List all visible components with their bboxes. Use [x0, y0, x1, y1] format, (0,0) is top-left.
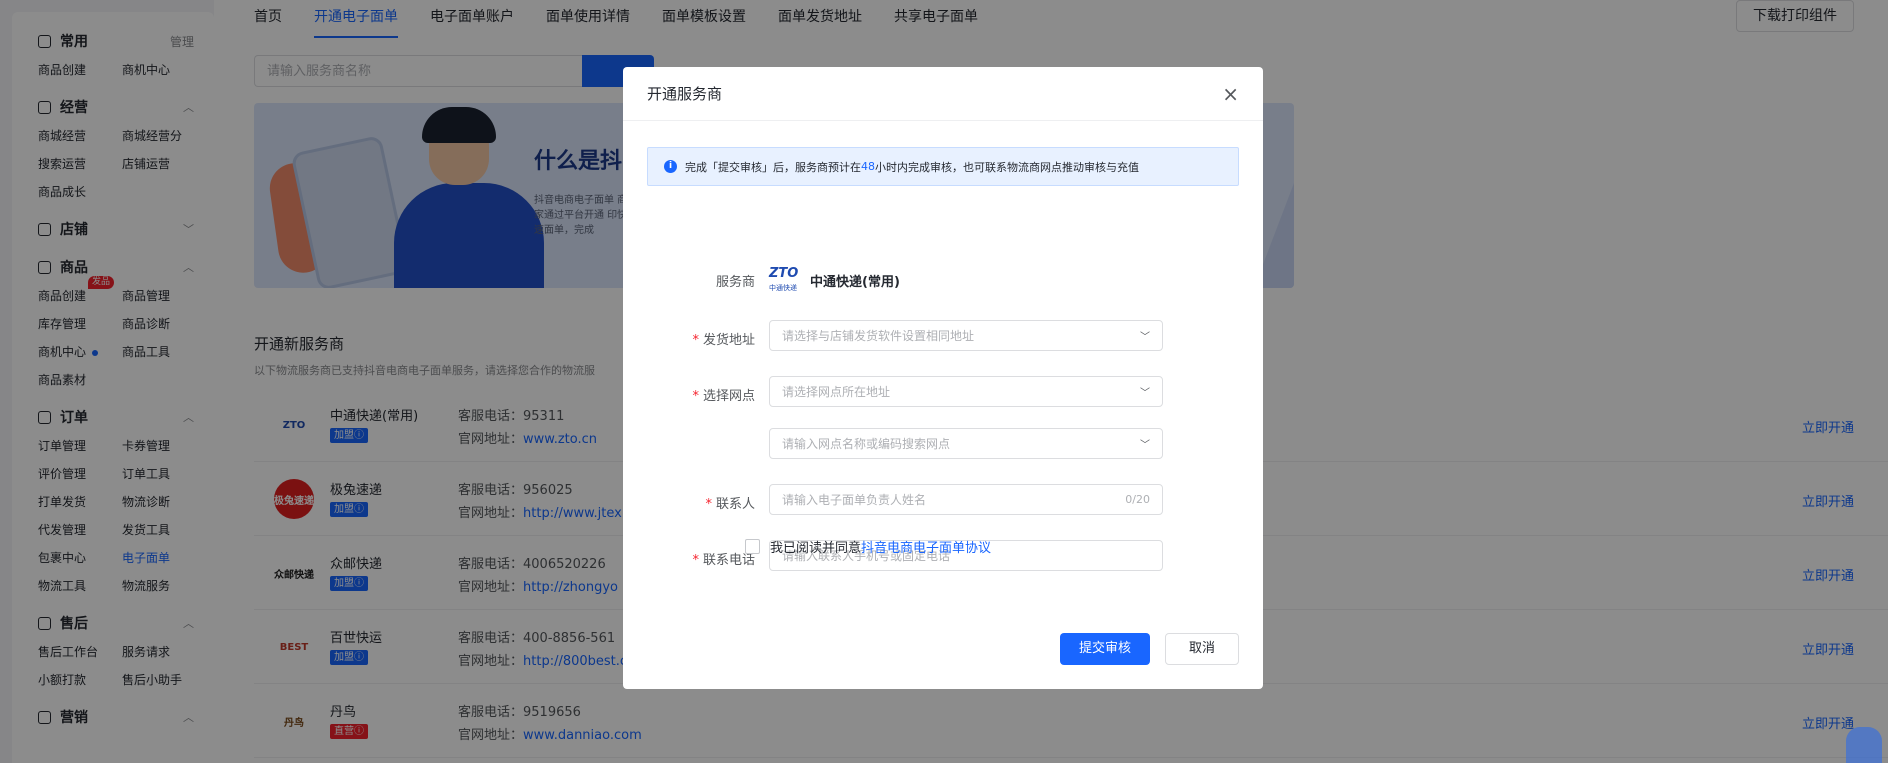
provider-logo-text: ZTO [769, 266, 799, 281]
contact-placeholder: 请输入电子面单负责人姓名 [782, 493, 927, 507]
notice-hours: 48 [861, 160, 875, 173]
chevron-down-icon: ﹀ [1140, 388, 1150, 399]
branch-search-select[interactable]: 请输入网点名称或编码搜索网点 ﹀ [769, 428, 1163, 459]
address-select[interactable]: 请选择与店铺发货软件设置相同地址 ﹀ [769, 320, 1163, 351]
contact-char-count: 0/20 [1125, 493, 1150, 506]
branch-address-select[interactable]: 请选择网点所在地址 ﹀ [769, 376, 1163, 407]
notice-text-post: 小时内完成审核，也可联系物流商网点推动审核与充值 [875, 160, 1139, 174]
info-icon: i [664, 160, 677, 173]
cancel-button[interactable]: 取消 [1165, 633, 1239, 665]
address-placeholder: 请选择与店铺发货软件设置相同地址 [782, 329, 975, 343]
provider-logo-subtext: 中通快递 [769, 284, 797, 292]
required-mark: * [692, 553, 699, 568]
notice-banner: i 完成「提交审核」后，服务商预计在 48 小时内完成审核，也可联系物流商网点推… [647, 147, 1239, 186]
chevron-down-icon: ﹀ [1140, 332, 1150, 343]
agreement-checkbox[interactable] [745, 539, 760, 554]
required-mark: * [692, 389, 699, 404]
agreement-row: 我已阅读并同意 抖音电商电子面单协议 [745, 537, 991, 556]
contact-label: * 联系人 [623, 493, 755, 512]
required-mark: * [705, 497, 712, 512]
branch-label: * 选择网点 [623, 385, 755, 404]
contact-label-text: 联系人 [715, 497, 755, 512]
branch-placeholder: 请选择网点所在地址 [782, 385, 891, 399]
close-icon[interactable]: × [1222, 84, 1239, 104]
required-mark: * [692, 333, 699, 348]
provider-label: 服务商 [715, 275, 755, 290]
phone-label: * 联系电话 [623, 549, 755, 568]
submit-review-button[interactable]: 提交审核 [1060, 633, 1150, 665]
agreement-link[interactable]: 抖音电商电子面单协议 [861, 537, 991, 556]
agreement-text: 我已阅读并同意 [770, 541, 862, 556]
address-label: * 发货地址 [623, 329, 755, 348]
branch-label-text: 选择网点 [702, 389, 755, 404]
contact-input[interactable]: 请输入电子面单负责人姓名 0/20 [769, 484, 1163, 515]
chevron-down-icon: ﹀ [1140, 440, 1150, 451]
modal-title: 开通服务商 [647, 85, 723, 103]
zto-logo-icon: ZTO 中通快递 [769, 267, 801, 293]
notice-text-pre: 完成「提交审核」后，服务商预计在 [685, 160, 861, 174]
branch-search-placeholder: 请输入网点名称或编码搜索网点 [782, 437, 951, 451]
provider-name: 中通快递(常用) [810, 275, 900, 290]
address-label-text: 发货地址 [702, 333, 755, 348]
modal-header: 开通服务商 × [623, 67, 1263, 121]
assistant-robot-icon[interactable] [1846, 727, 1882, 763]
open-provider-modal: 开通服务商 × i 完成「提交审核」后，服务商预计在 48 小时内完成审核，也可… [623, 67, 1263, 689]
